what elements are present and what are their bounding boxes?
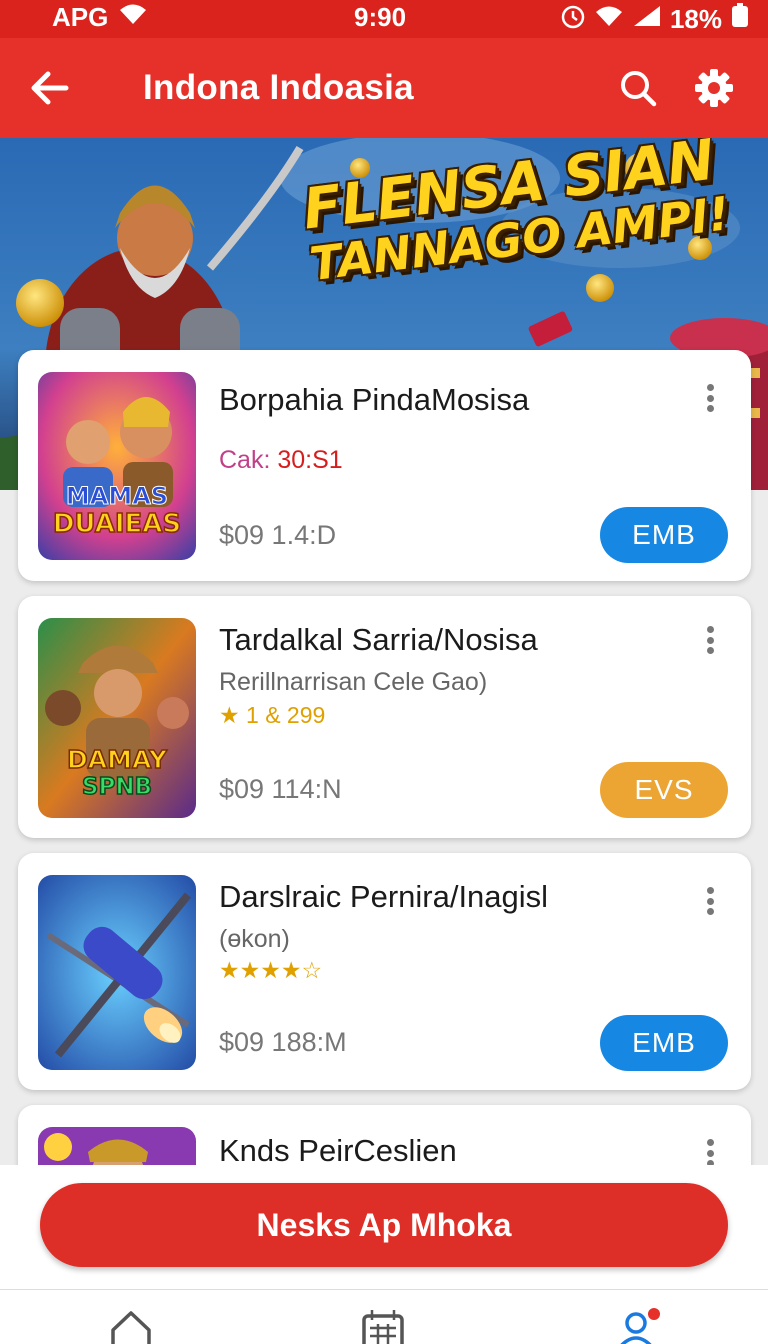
search-icon[interactable]	[614, 64, 662, 112]
clock: 9:90	[354, 2, 407, 32]
bottom-nav	[0, 1289, 768, 1344]
primary-action-button[interactable]: Nesks Ap Mhoka	[40, 1183, 728, 1267]
game-title: Darslraic Pernira/Inagisl	[219, 879, 549, 914]
svg-text:SPNB: SPNB	[82, 774, 152, 800]
alarm-icon	[560, 3, 586, 36]
game-thumbnail: DAMAY SPNB	[38, 618, 196, 818]
gear-icon[interactable]	[690, 64, 738, 112]
signal-icon	[632, 4, 662, 35]
status-bar: APG 9:90 18%	[0, 0, 768, 38]
more-options-icon[interactable]	[696, 622, 724, 658]
game-subtitle: Cak: 30:S1	[219, 446, 343, 475]
install-button[interactable]: EVS	[600, 762, 728, 818]
rating: ★ 1 & 299	[219, 702, 326, 728]
svg-text:MAMAS: MAMAS	[66, 482, 168, 510]
game-title: Tardalkal Sarria/Nosisa	[219, 622, 538, 657]
rating: ★★★★☆	[219, 957, 323, 983]
cta-container: Nesks Ap Mhoka	[0, 1165, 768, 1289]
game-thumbnail: MAMAS DUAIEAS	[38, 372, 196, 560]
svg-text:DAMAY: DAMAY	[67, 745, 168, 774]
subtitle-value: 30:S1	[277, 446, 343, 474]
page-title: Indona Indoasia	[143, 68, 414, 107]
game-price: $09 1.4:D	[219, 520, 337, 550]
wifi-icon	[118, 2, 148, 33]
home-icon[interactable]	[108, 1308, 154, 1344]
wifi-icon	[594, 4, 624, 35]
subtitle-label: Cak:	[219, 446, 271, 474]
back-arrow-icon[interactable]	[26, 64, 74, 112]
install-button[interactable]: EMB	[600, 507, 728, 563]
profile-icon[interactable]	[614, 1308, 660, 1344]
app-bar: Indona Indoasia	[0, 38, 768, 138]
battery-icon	[730, 3, 750, 36]
carrier-label: APG	[52, 2, 109, 32]
game-thumbnail	[38, 875, 196, 1070]
game-subtitle: Rerillnarrisan Cele Gao)	[219, 668, 488, 696]
list-item[interactable]: MAMAS DUAIEAS Borpahia PindaMosisa Cak: …	[18, 350, 751, 581]
game-price: $09 114:N	[219, 774, 342, 804]
game-title: Knds PeirCeslien	[219, 1133, 457, 1168]
more-options-icon[interactable]	[696, 380, 724, 416]
svg-text:DUAIEAS: DUAIEAS	[53, 509, 181, 539]
game-title: Borpahia PindaMosisa	[219, 382, 530, 417]
game-price: $09 188:M	[219, 1027, 347, 1057]
calendar-icon[interactable]	[360, 1308, 406, 1344]
install-button[interactable]: EMB	[600, 1015, 728, 1071]
list-item[interactable]: DAMAY SPNB Tardalkal Sarria/Nosisa Reril…	[18, 596, 751, 838]
more-options-icon[interactable]	[696, 883, 724, 919]
battery-percent: 18%	[669, 4, 722, 34]
game-subtitle: (ɵkon)	[219, 925, 290, 953]
list-item[interactable]: Darslraic Pernira/Inagisl (ɵkon) ★★★★☆ $…	[18, 853, 751, 1090]
